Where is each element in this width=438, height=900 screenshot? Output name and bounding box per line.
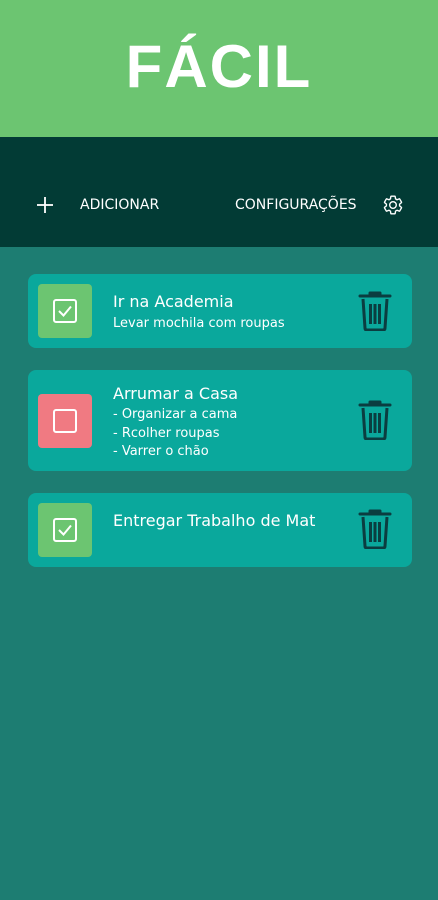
task-card[interactable]: Ir na Academia Levar mochila com roupas xyxy=(28,274,412,348)
task-title: Entregar Trabalho de Mat xyxy=(113,511,316,530)
trash-icon[interactable] xyxy=(358,509,392,549)
task-description-line: - Organizar a cama xyxy=(113,407,238,422)
check-icon xyxy=(53,518,77,542)
app-title: FÁCIL xyxy=(125,33,313,100)
task-description-line: Levar mochila com roupas xyxy=(113,316,285,331)
trash-icon[interactable] xyxy=(358,291,392,331)
task-checkbox[interactable] xyxy=(38,284,92,338)
gear-icon[interactable] xyxy=(382,194,404,216)
task-description-line: - Rcolher roupas xyxy=(113,425,220,441)
task-checkbox[interactable] xyxy=(38,394,92,448)
toolbar: ADICIONAR CONFIGURAÇÕES xyxy=(0,137,438,247)
app-header: FÁCIL xyxy=(0,0,438,137)
task-card[interactable]: Arrumar a Casa - Organizar a cama - Rcol… xyxy=(28,370,412,471)
add-button[interactable]: ADICIONAR xyxy=(80,195,159,215)
task-card[interactable]: Entregar Trabalho de Mat xyxy=(28,493,412,567)
plus-icon[interactable] xyxy=(35,195,55,215)
task-title: Ir na Academia xyxy=(113,292,234,311)
unchecked-box-icon xyxy=(53,409,77,433)
check-icon xyxy=(53,299,77,323)
settings-button[interactable]: CONFIGURAÇÕES xyxy=(235,195,357,215)
task-description-line: - Varrer o chão xyxy=(113,444,209,459)
task-checkbox[interactable] xyxy=(38,503,92,557)
trash-icon[interactable] xyxy=(358,400,392,440)
task-title: Arrumar a Casa xyxy=(113,384,239,403)
